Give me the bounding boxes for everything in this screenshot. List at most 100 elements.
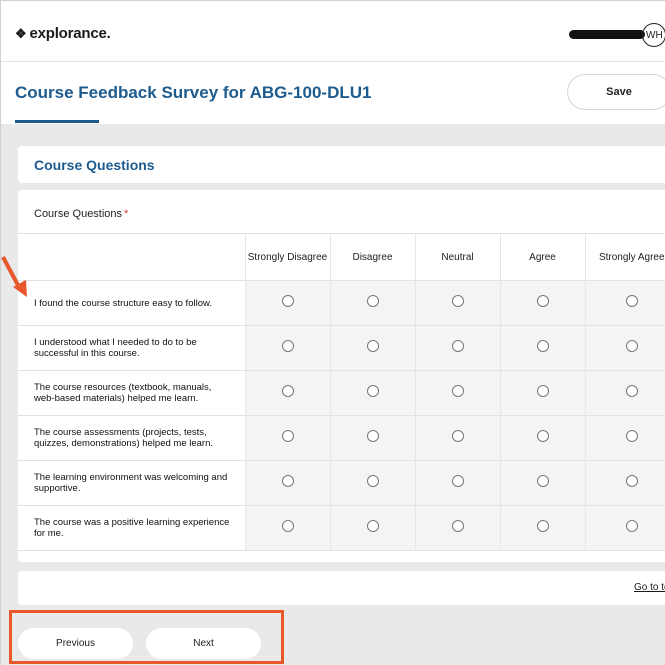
question-text: I understood what I needed to do to be s…	[18, 325, 245, 371]
question-text: The learning environment was welcoming a…	[18, 460, 245, 506]
radio-option[interactable]	[281, 520, 294, 532]
radio-option[interactable]	[451, 385, 464, 397]
main-content: Course Questions Course Questions * Stro…	[1, 124, 665, 665]
column-header: Strongly Disagree	[244, 233, 330, 281]
radio-option[interactable]	[625, 295, 638, 307]
section-header: Course Questions	[18, 146, 665, 183]
radio-option[interactable]	[366, 430, 379, 442]
radio-option[interactable]	[536, 430, 549, 442]
radio-option[interactable]	[281, 340, 294, 352]
option-cell	[499, 370, 585, 416]
radio-option[interactable]	[451, 295, 464, 307]
radio-option[interactable]	[281, 430, 294, 442]
question-text: The course was a positive learning exper…	[18, 505, 245, 551]
option-cell	[329, 370, 415, 416]
option-cell	[329, 415, 415, 461]
question-row: The learning environment was welcoming a…	[18, 460, 665, 506]
question-text: The course resources (textbook, manuals,…	[18, 370, 245, 416]
navigation-highlight-box	[9, 610, 284, 664]
option-cell	[414, 415, 500, 461]
radio-option[interactable]	[625, 475, 638, 487]
radio-option[interactable]	[625, 430, 638, 442]
option-cell	[499, 460, 585, 506]
question-row: The course resources (textbook, manuals,…	[18, 370, 665, 416]
option-cell	[499, 415, 585, 461]
matrix-header-row: Strongly Disagree Disagree Neutral Agree…	[18, 233, 665, 281]
option-cell	[499, 505, 585, 551]
option-cell	[584, 280, 665, 326]
radio-option[interactable]	[625, 340, 638, 352]
logo-mark-icon: ❖	[15, 25, 27, 41]
option-cell	[414, 460, 500, 506]
radio-option[interactable]	[366, 340, 379, 352]
option-cell	[329, 505, 415, 551]
option-cell	[584, 505, 665, 551]
radio-option[interactable]	[625, 520, 638, 532]
option-cell	[414, 505, 500, 551]
question-row: I found the course structure easy to fol…	[18, 280, 665, 326]
column-header: Agree	[499, 233, 585, 281]
logo-text: explorance.	[29, 25, 111, 42]
option-cell	[584, 370, 665, 416]
required-marker: *	[124, 208, 129, 220]
matrix-heading-label: Course Questions	[34, 208, 123, 220]
question-column-header	[18, 233, 245, 281]
column-header: Neutral	[414, 233, 500, 281]
option-cell	[329, 280, 415, 326]
radio-option[interactable]	[281, 385, 294, 397]
option-cell	[499, 280, 585, 326]
active-tab-indicator	[15, 120, 99, 123]
option-cell	[414, 280, 500, 326]
option-cell	[244, 325, 330, 371]
option-cell	[329, 460, 415, 506]
option-cell	[584, 415, 665, 461]
survey-page: ❖ explorance. WH Course Feedback Survey …	[0, 0, 665, 665]
radio-option[interactable]	[536, 340, 549, 352]
radio-option[interactable]	[536, 295, 549, 307]
title-bar: Course Feedback Survey for ABG-100-DLU1 …	[1, 62, 665, 124]
question-row: The course assessments (projects, tests,…	[18, 415, 665, 461]
radio-option[interactable]	[536, 385, 549, 397]
save-button[interactable]: Save	[567, 74, 665, 110]
radio-option[interactable]	[281, 475, 294, 487]
radio-option[interactable]	[451, 520, 464, 532]
go-to-top-link[interactable]: Go to top	[634, 582, 665, 593]
likert-matrix: Strongly Disagree Disagree Neutral Agree…	[18, 233, 665, 551]
question-row: The course was a positive learning exper…	[18, 505, 665, 551]
redacted-user-name	[569, 30, 645, 39]
radio-option[interactable]	[366, 475, 379, 487]
option-cell	[244, 460, 330, 506]
radio-option[interactable]	[366, 295, 379, 307]
option-cell	[329, 325, 415, 371]
radio-option[interactable]	[536, 475, 549, 487]
option-cell	[584, 325, 665, 371]
avatar[interactable]: WH	[642, 23, 665, 47]
radio-option[interactable]	[625, 385, 638, 397]
radio-option[interactable]	[451, 475, 464, 487]
option-cell	[244, 280, 330, 326]
radio-option[interactable]	[451, 340, 464, 352]
radio-option[interactable]	[366, 385, 379, 397]
page-title: Course Feedback Survey for ABG-100-DLU1	[15, 83, 372, 102]
question-row: I understood what I needed to do to be s…	[18, 325, 665, 371]
option-cell	[414, 370, 500, 416]
radio-option[interactable]	[281, 295, 294, 307]
column-header: Strongly Agree	[584, 233, 665, 281]
column-header: Disagree	[329, 233, 415, 281]
option-cell	[499, 325, 585, 371]
matrix-heading: Course Questions *	[34, 208, 128, 220]
explorance-logo[interactable]: ❖ explorance.	[15, 25, 111, 42]
question-matrix-card: Course Questions * Strongly Disagree Disa…	[18, 190, 665, 562]
radio-option[interactable]	[366, 520, 379, 532]
option-cell	[244, 505, 330, 551]
annotation-arrow-icon	[1, 256, 27, 297]
option-cell	[584, 460, 665, 506]
top-bar: ❖ explorance. WH	[1, 1, 665, 61]
radio-option[interactable]	[536, 520, 549, 532]
question-text: The course assessments (projects, tests,…	[18, 415, 245, 461]
go-to-top-bar: Go to top	[18, 571, 665, 605]
option-cell	[244, 370, 330, 416]
option-cell	[414, 325, 500, 371]
option-cell	[244, 415, 330, 461]
radio-option[interactable]	[451, 430, 464, 442]
